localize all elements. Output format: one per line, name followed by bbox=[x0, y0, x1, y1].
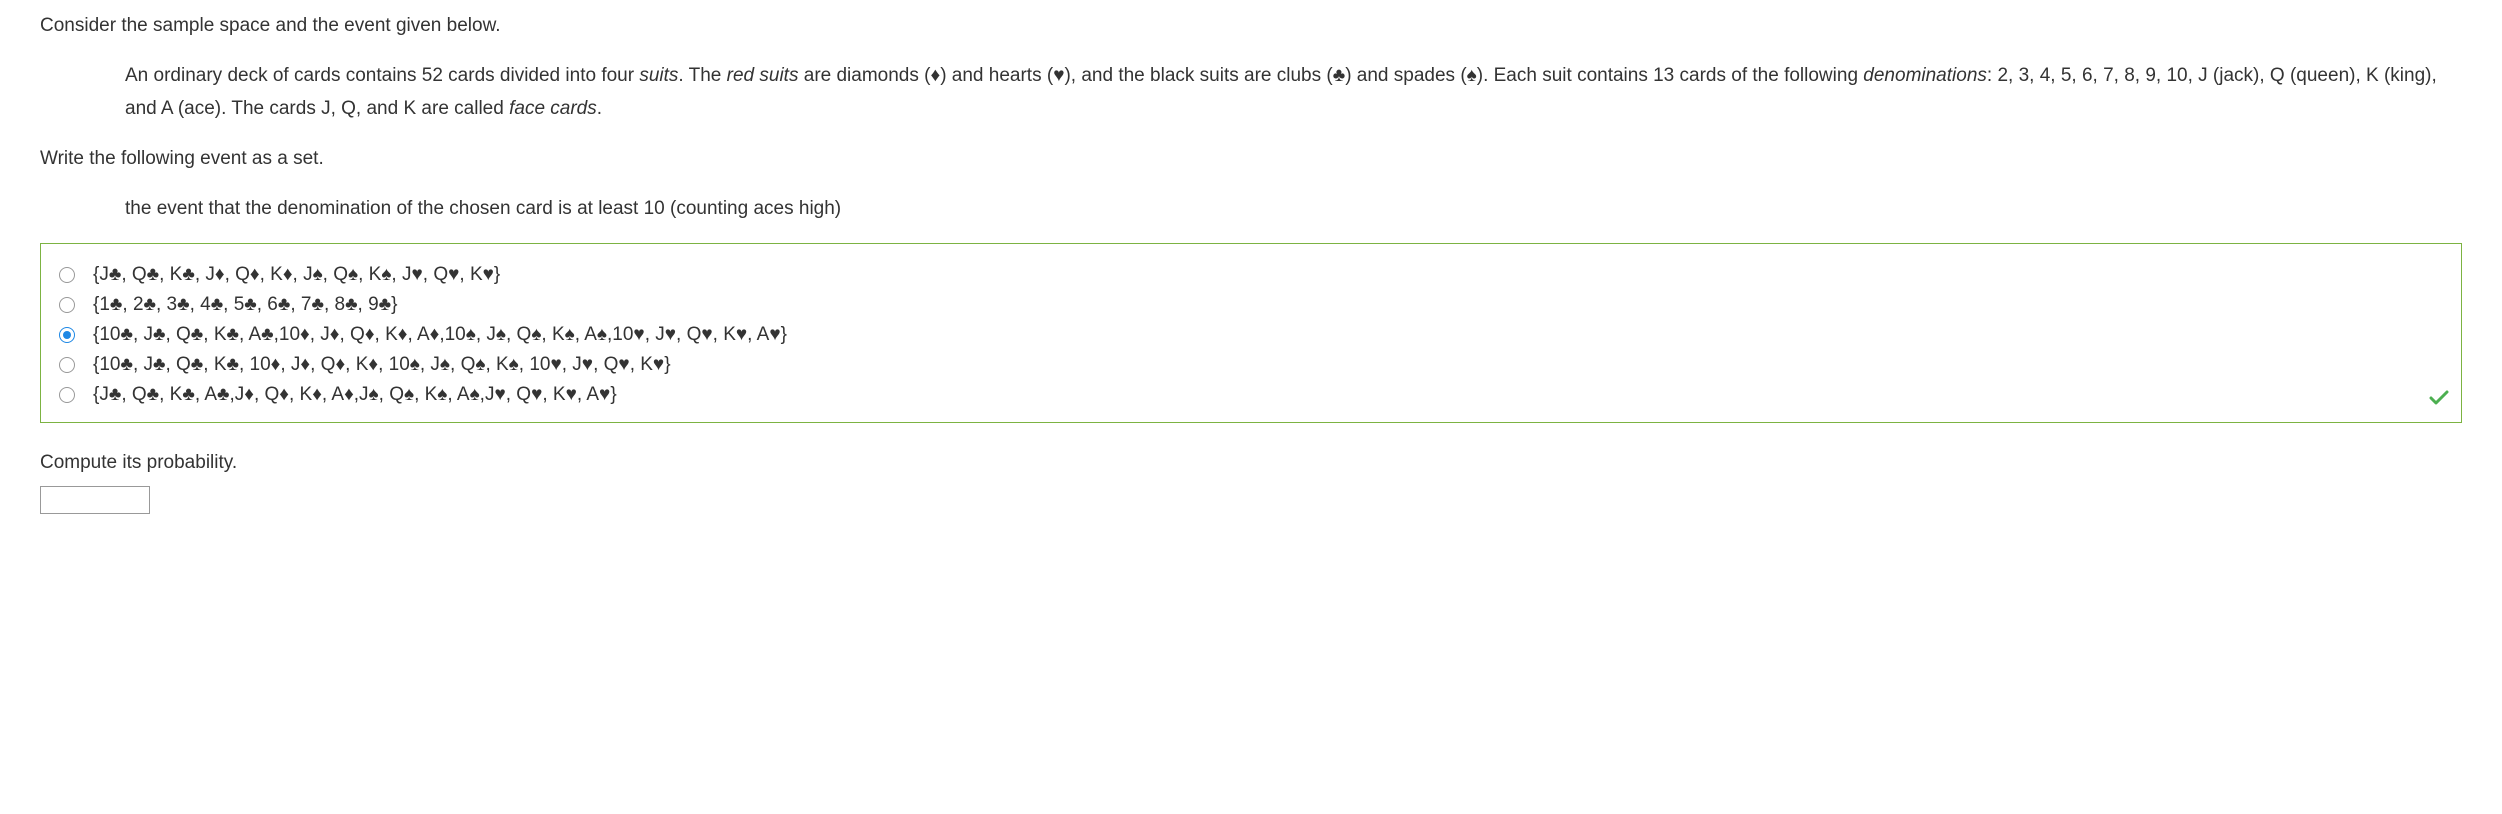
option-2-text: {10♣, J♣, Q♣, K♣, A♣,10♦, J♦, Q♦, K♦, A♦… bbox=[93, 324, 787, 346]
desc-suits: suits bbox=[639, 65, 678, 86]
option-4[interactable]: {J♣, Q♣, K♣, A♣,J♦, Q♦, K♦, A♦,J♠, Q♠, K… bbox=[59, 384, 2443, 406]
option-1-text: {1♣, 2♣, 3♣, 4♣, 5♣, 6♣, 7♣, 8♣, 9♣} bbox=[93, 294, 397, 316]
spade-icon: ♠ bbox=[1467, 65, 1477, 86]
desc-denominations: denominations bbox=[1863, 65, 1987, 86]
radio-4[interactable] bbox=[59, 387, 75, 403]
heart-icon: ♥ bbox=[1053, 65, 1064, 86]
option-0-text: {J♣, Q♣, K♣, J♦, Q♦, K♦, J♠, Q♠, K♠, J♥,… bbox=[93, 264, 500, 286]
club-icon: ♣ bbox=[1333, 65, 1345, 86]
radio-1[interactable] bbox=[59, 297, 75, 313]
probability-input[interactable] bbox=[40, 486, 150, 514]
radio-0[interactable] bbox=[59, 267, 75, 283]
desc-face-cards: face cards bbox=[509, 98, 597, 119]
desc-part1: An ordinary deck of cards contains 52 ca… bbox=[125, 65, 639, 86]
desc-part2: . The bbox=[678, 65, 726, 86]
radio-3[interactable] bbox=[59, 357, 75, 373]
desc-part5: ), and the black suits are clubs ( bbox=[1064, 65, 1332, 86]
option-3-text: {10♣, J♣, Q♣, K♣, 10♦, J♦, Q♦, K♦, 10♠, … bbox=[93, 354, 671, 376]
event-description: the event that the denomination of the c… bbox=[125, 193, 2462, 225]
desc-part6: ) and spades ( bbox=[1345, 65, 1466, 86]
option-3[interactable]: {10♣, J♣, Q♣, K♣, 10♦, J♦, Q♦, K♦, 10♠, … bbox=[59, 354, 2443, 376]
desc-part7: ). Each suit contains 13 cards of the fo… bbox=[1477, 65, 1864, 86]
desc-red-suits: red suits bbox=[727, 65, 799, 86]
instruction-text: Write the following event as a set. bbox=[40, 143, 2462, 175]
answer-box: {J♣, Q♣, K♣, J♦, Q♦, K♦, J♠, Q♠, K♠, J♥,… bbox=[40, 243, 2462, 423]
option-4-text: {J♣, Q♣, K♣, A♣,J♦, Q♦, K♦, A♦,J♠, Q♠, K… bbox=[93, 384, 617, 406]
intro-text: Consider the sample space and the event … bbox=[40, 10, 2462, 42]
diamond-icon: ♦ bbox=[930, 65, 940, 86]
desc-part9: . bbox=[597, 98, 602, 119]
option-2[interactable]: {10♣, J♣, Q♣, K♣, A♣,10♦, J♦, Q♦, K♦, A♦… bbox=[59, 324, 2443, 346]
deck-description: An ordinary deck of cards contains 52 ca… bbox=[125, 60, 2462, 125]
compute-prompt: Compute its probability. bbox=[40, 447, 2462, 479]
desc-part3: are diamonds ( bbox=[798, 65, 930, 86]
option-0[interactable]: {J♣, Q♣, K♣, J♦, Q♦, K♦, J♠, Q♠, K♠, J♥,… bbox=[59, 264, 2443, 286]
radio-2[interactable] bbox=[59, 327, 75, 343]
desc-part4: ) and hearts ( bbox=[940, 65, 1053, 86]
check-icon bbox=[2429, 388, 2449, 414]
option-1[interactable]: {1♣, 2♣, 3♣, 4♣, 5♣, 6♣, 7♣, 8♣, 9♣} bbox=[59, 294, 2443, 316]
